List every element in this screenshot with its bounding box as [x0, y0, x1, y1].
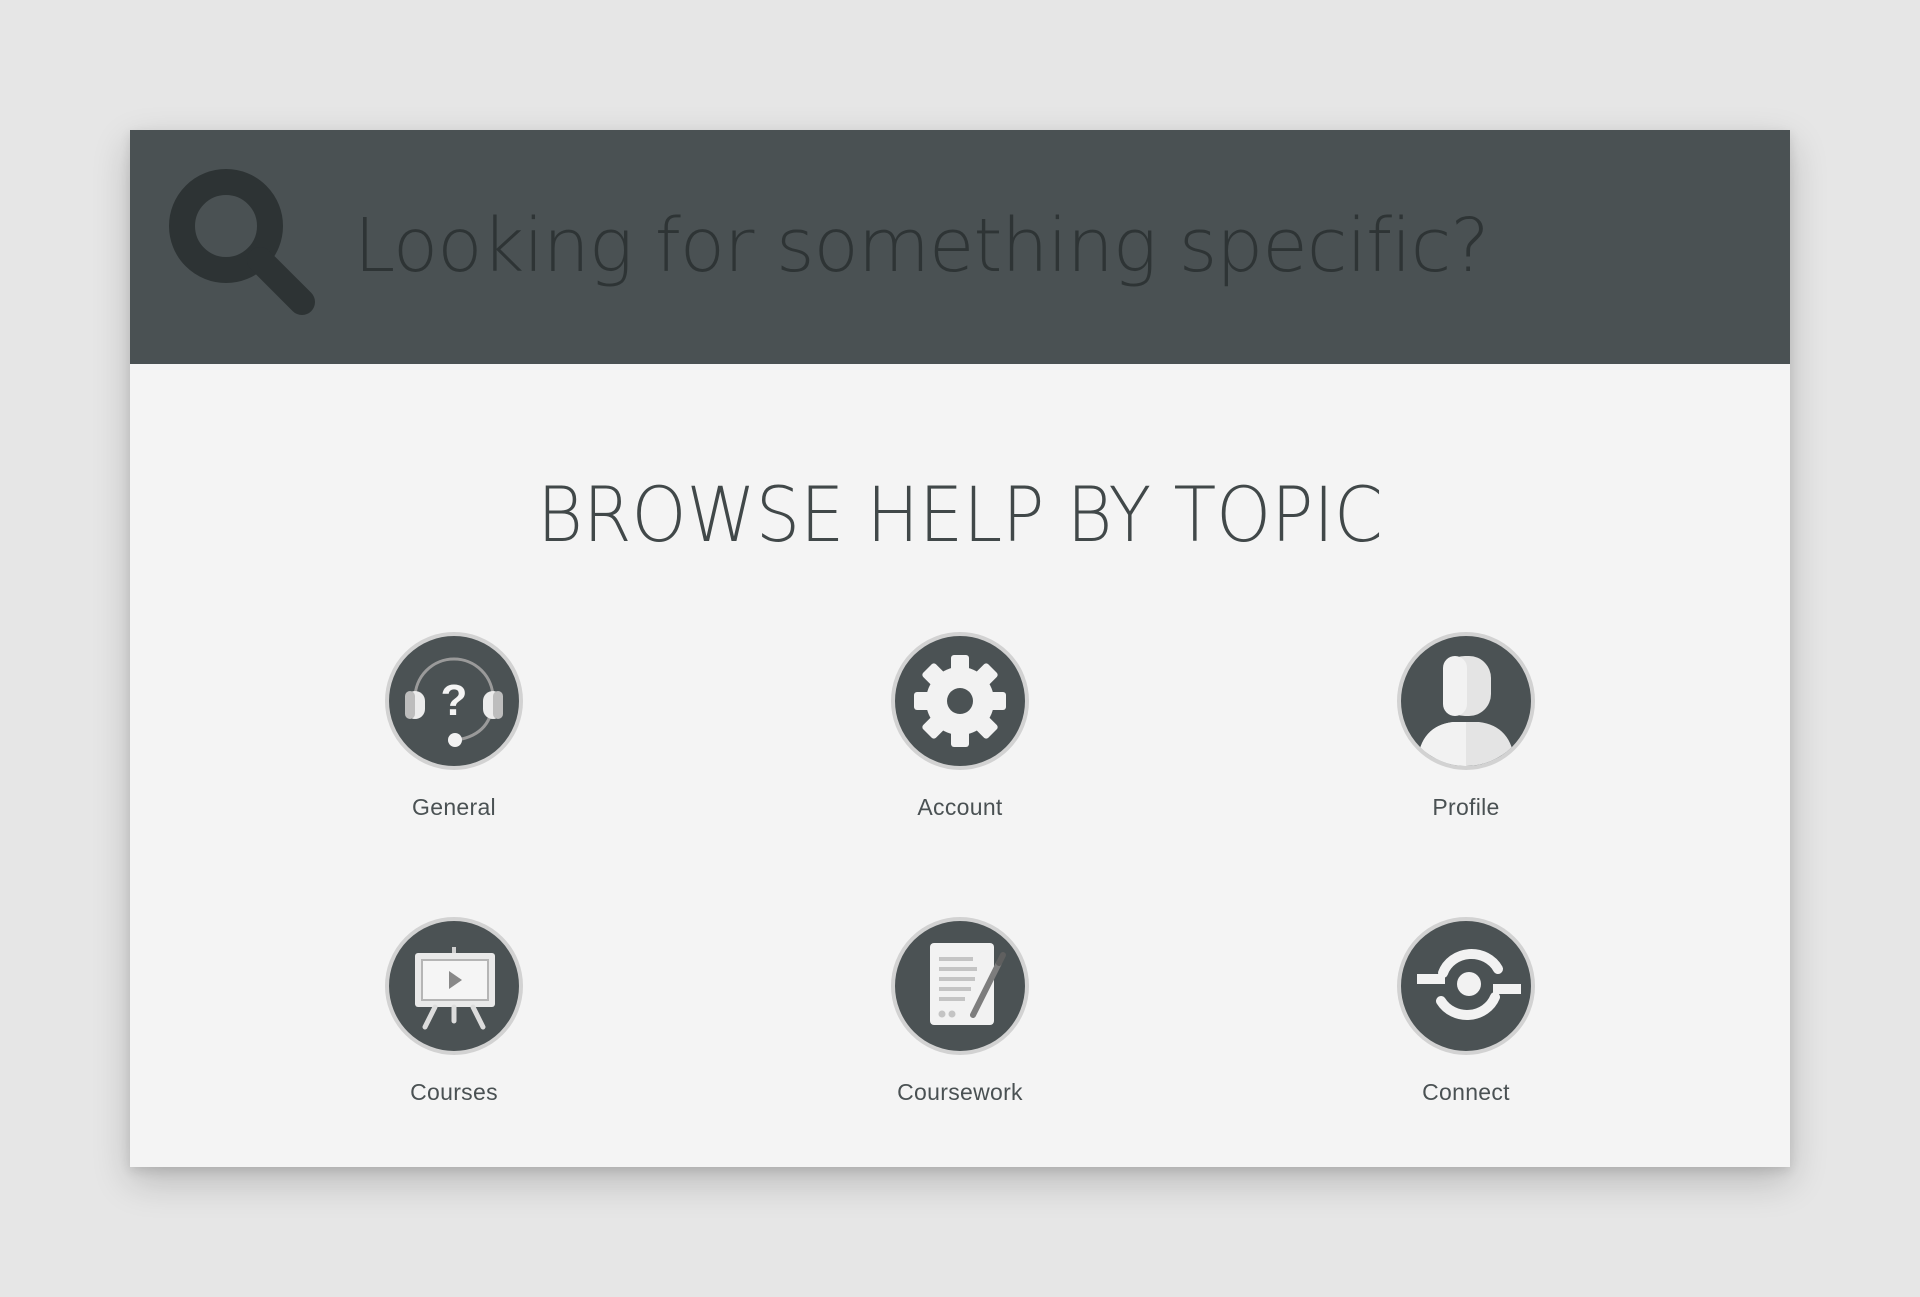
help-card: BROWSE HELP BY TOPIC ? General: [130, 130, 1790, 1167]
topic-courses[interactable]: Courses: [324, 917, 584, 1106]
topic-label: Account: [917, 794, 1003, 820]
topic-profile[interactable]: Profile: [1336, 632, 1596, 821]
section-title: BROWSE HELP BY TOPIC: [537, 470, 1383, 559]
topic-label: Profile: [1432, 794, 1500, 820]
topic-profile-circle: [1397, 632, 1535, 770]
gear-icon: [914, 655, 1006, 747]
topic-general-circle: ?: [385, 632, 523, 770]
topic-coursework[interactable]: Coursework: [830, 917, 1090, 1106]
topic-account-circle: [891, 632, 1029, 770]
topic-label: Coursework: [897, 1079, 1023, 1105]
topic-account[interactable]: Account: [830, 632, 1090, 821]
search-input[interactable]: [354, 186, 1734, 306]
topic-label: Courses: [410, 1079, 498, 1105]
presentation-easel-icon: [415, 947, 495, 1030]
document-pen-icon: [930, 943, 1006, 1025]
search-icon[interactable]: [168, 168, 318, 318]
help-headset-icon: ?: [405, 657, 503, 747]
topic-label: Connect: [1422, 1079, 1510, 1105]
topic-label: General: [412, 794, 496, 820]
topic-general[interactable]: ? General: [324, 632, 584, 821]
topic-connect[interactable]: Connect: [1336, 917, 1596, 1106]
topic-coursework-circle: [891, 917, 1029, 1055]
sync-connect-icon: [1417, 949, 1521, 1020]
user-icon: [1417, 656, 1515, 766]
search-bar: [130, 130, 1790, 364]
topic-courses-circle: [385, 917, 523, 1055]
topic-connect-circle: [1397, 917, 1535, 1055]
svg-text:?: ?: [441, 676, 468, 725]
